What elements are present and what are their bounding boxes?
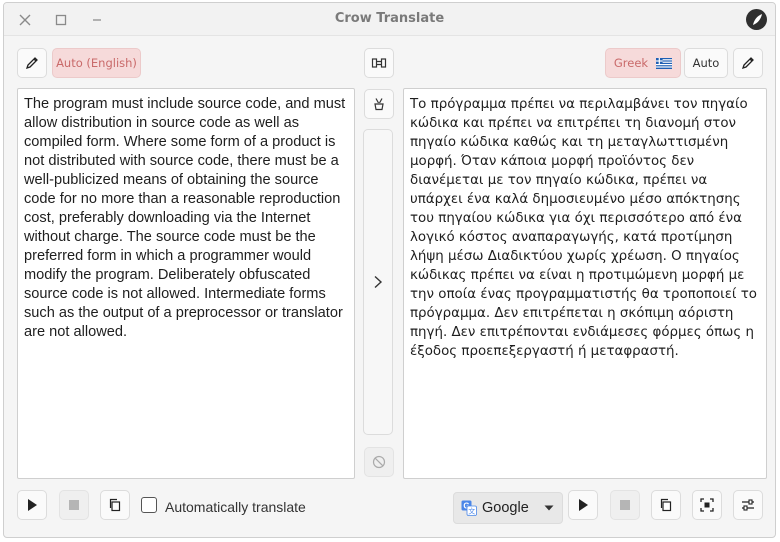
play-icon xyxy=(28,499,37,511)
copy-icon xyxy=(109,498,121,512)
translation-stop-button[interactable] xyxy=(610,490,640,520)
sliders-icon xyxy=(742,499,754,511)
abort-button[interactable] xyxy=(364,447,394,477)
target-language-button[interactable]: Greek xyxy=(605,48,681,78)
clear-button[interactable] xyxy=(364,89,394,119)
screenshot-icon xyxy=(700,498,714,512)
crow-logo-icon xyxy=(752,13,762,25)
source-copy-button[interactable] xyxy=(100,490,130,520)
cancel-icon xyxy=(372,455,386,469)
source-stop-button[interactable] xyxy=(59,490,89,520)
copy-icon xyxy=(660,498,672,512)
swap-icon xyxy=(371,58,387,68)
broom-icon xyxy=(374,98,384,111)
svg-text:文: 文 xyxy=(468,507,475,516)
target-edit-language-button[interactable] xyxy=(733,48,763,78)
app-window: Crow Translate Auto (English) Greek Auto… xyxy=(3,2,776,538)
source-edit-language-button[interactable] xyxy=(17,48,47,78)
target-language-label: Greek xyxy=(613,56,649,70)
chevron-right-icon xyxy=(374,275,383,289)
source-text-editor[interactable]: The program must include source code, an… xyxy=(17,88,355,479)
translation-copy-button[interactable] xyxy=(651,490,681,520)
swap-languages-button[interactable] xyxy=(364,48,394,78)
stop-icon xyxy=(620,500,630,510)
settings-button[interactable] xyxy=(733,490,763,520)
translation-engine-select[interactable]: G 文 Google xyxy=(453,492,563,524)
pencil-icon xyxy=(25,57,38,70)
auto-translate-label: Automatically translate xyxy=(165,499,306,515)
play-icon xyxy=(579,499,588,511)
translation-text-view[interactable]: Το πρόγραμμα πρέπει να περιλαμβάνει τον … xyxy=(403,88,767,479)
app-logo xyxy=(746,9,767,30)
target-auto-button[interactable]: Auto xyxy=(684,48,728,78)
window-title: Crow Translate xyxy=(334,11,445,26)
greek-flag-icon xyxy=(656,57,673,69)
title-bar: Crow Translate xyxy=(4,3,775,36)
pencil-icon xyxy=(741,57,754,70)
source-play-button[interactable] xyxy=(17,490,47,520)
caret-down-icon xyxy=(544,505,554,511)
translation-play-button[interactable] xyxy=(568,490,598,520)
google-translate-icon: G 文 xyxy=(461,500,477,516)
source-language-button[interactable]: Auto (English) xyxy=(52,48,141,78)
auto-translate-checkbox[interactable] xyxy=(141,497,157,513)
translate-button[interactable] xyxy=(363,129,393,435)
translation-engine-label: Google xyxy=(482,500,529,516)
screen-capture-button[interactable] xyxy=(692,490,722,520)
stop-icon xyxy=(69,500,79,510)
